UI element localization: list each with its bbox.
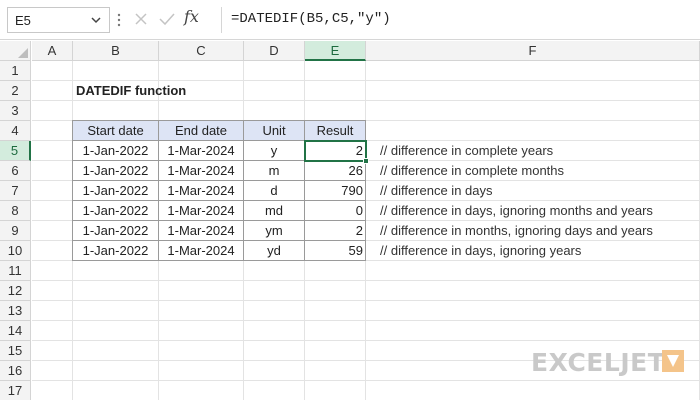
formula-bar: E5 fx =DATEDIF(B5,C5,"y") [0, 0, 700, 40]
table-cell-unit[interactable]: d [243, 180, 305, 201]
sheet-title: DATEDIF function [76, 83, 187, 98]
formula-bar-divider [221, 7, 222, 33]
cancel-icon[interactable] [133, 11, 149, 27]
row-header-8[interactable]: 8 [0, 201, 31, 221]
gridline [32, 300, 700, 301]
table-cell-end[interactable]: 1-Mar-2024 [158, 160, 244, 181]
table-header[interactable]: End date [158, 120, 244, 141]
table-cell-result[interactable]: 790 [304, 180, 366, 201]
row-header-11[interactable]: 11 [0, 261, 31, 281]
gridline [32, 320, 700, 321]
row-header-14[interactable]: 14 [0, 321, 31, 341]
column-header-a[interactable]: A [32, 41, 73, 61]
table-cell-start[interactable]: 1-Jan-2022 [72, 240, 159, 261]
table-cell-end[interactable]: 1-Mar-2024 [158, 240, 244, 261]
exceljet-logo: EXCELJET [531, 345, 685, 379]
column-header-b[interactable]: B [73, 41, 159, 61]
row-header-15[interactable]: 15 [0, 341, 31, 361]
table-cell-start[interactable]: 1-Jan-2022 [72, 220, 159, 241]
comment-text: // difference in complete years [380, 143, 554, 158]
column-header-c[interactable]: C [159, 41, 244, 61]
row-header-10[interactable]: 10 [0, 241, 31, 261]
chevron-down-icon[interactable] [90, 13, 102, 27]
more-options-icon[interactable] [117, 12, 121, 28]
row-header-12[interactable]: 12 [0, 281, 31, 301]
table-cell-unit[interactable]: md [243, 200, 305, 221]
table-cell-unit[interactable]: y [243, 140, 305, 161]
gridline [32, 340, 700, 341]
select-all-triangle-icon [18, 48, 28, 58]
table-cell-unit[interactable]: ym [243, 220, 305, 241]
comment-text: // difference in days, ignoring years [380, 243, 582, 258]
row-header-2[interactable]: 2 [0, 81, 31, 101]
row-header-13[interactable]: 13 [0, 301, 31, 321]
gridline [32, 280, 700, 281]
logo-text: EXCELJET [531, 348, 666, 377]
fill-handle[interactable] [363, 158, 369, 164]
row-header-7[interactable]: 7 [0, 181, 31, 201]
row-header-4[interactable]: 4 [0, 121, 31, 141]
table-cell-start[interactable]: 1-Jan-2022 [72, 200, 159, 221]
logo-mark-icon [662, 350, 684, 372]
row-header-16[interactable]: 16 [0, 361, 31, 381]
table-cell-result[interactable]: 2 [304, 220, 366, 241]
table-header[interactable]: Start date [72, 120, 159, 141]
active-cell-selection[interactable] [304, 140, 367, 162]
table-cell-end[interactable]: 1-Mar-2024 [158, 220, 244, 241]
gridline [32, 380, 700, 381]
comment-text: // difference in days [380, 183, 493, 198]
comment-text: // difference in complete months [380, 163, 565, 178]
table-cell-start[interactable]: 1-Jan-2022 [72, 140, 159, 161]
insert-function-icon[interactable]: fx [184, 7, 199, 26]
table-cell-end[interactable]: 1-Mar-2024 [158, 140, 244, 161]
row-header-17[interactable]: 17 [0, 381, 31, 400]
comment-text: // difference in days, ignoring months a… [380, 203, 653, 218]
table-header[interactable]: Unit [243, 120, 305, 141]
row-header-3[interactable]: 3 [0, 101, 31, 121]
enter-check-icon[interactable] [158, 11, 176, 27]
table-header[interactable]: Result [304, 120, 366, 141]
comment-text: // difference in months, ignoring days a… [380, 223, 653, 238]
row-header-9[interactable]: 9 [0, 221, 31, 241]
table-cell-result[interactable]: 59 [304, 240, 366, 261]
select-all-corner[interactable] [0, 41, 31, 61]
table-cell-unit[interactable]: yd [243, 240, 305, 261]
row-header-5[interactable]: 5 [0, 141, 31, 161]
table-cell-result[interactable]: 0 [304, 200, 366, 221]
column-header-d[interactable]: D [244, 41, 305, 61]
name-box-value: E5 [15, 13, 31, 28]
table-cell-end[interactable]: 1-Mar-2024 [158, 200, 244, 221]
table-cell-start[interactable]: 1-Jan-2022 [72, 160, 159, 181]
name-box[interactable]: E5 [7, 7, 110, 33]
column-header-f[interactable]: F [366, 41, 700, 61]
table-cell-unit[interactable]: m [243, 160, 305, 181]
table-cell-end[interactable]: 1-Mar-2024 [158, 180, 244, 201]
row-header-1[interactable]: 1 [0, 61, 31, 81]
formula-input[interactable]: =DATEDIF(B5,C5,"y") [231, 11, 391, 27]
table-cell-start[interactable]: 1-Jan-2022 [72, 180, 159, 201]
row-header-6[interactable]: 6 [0, 161, 31, 181]
table-cell-result[interactable]: 26 [304, 160, 366, 181]
column-header-e[interactable]: E [305, 41, 366, 61]
